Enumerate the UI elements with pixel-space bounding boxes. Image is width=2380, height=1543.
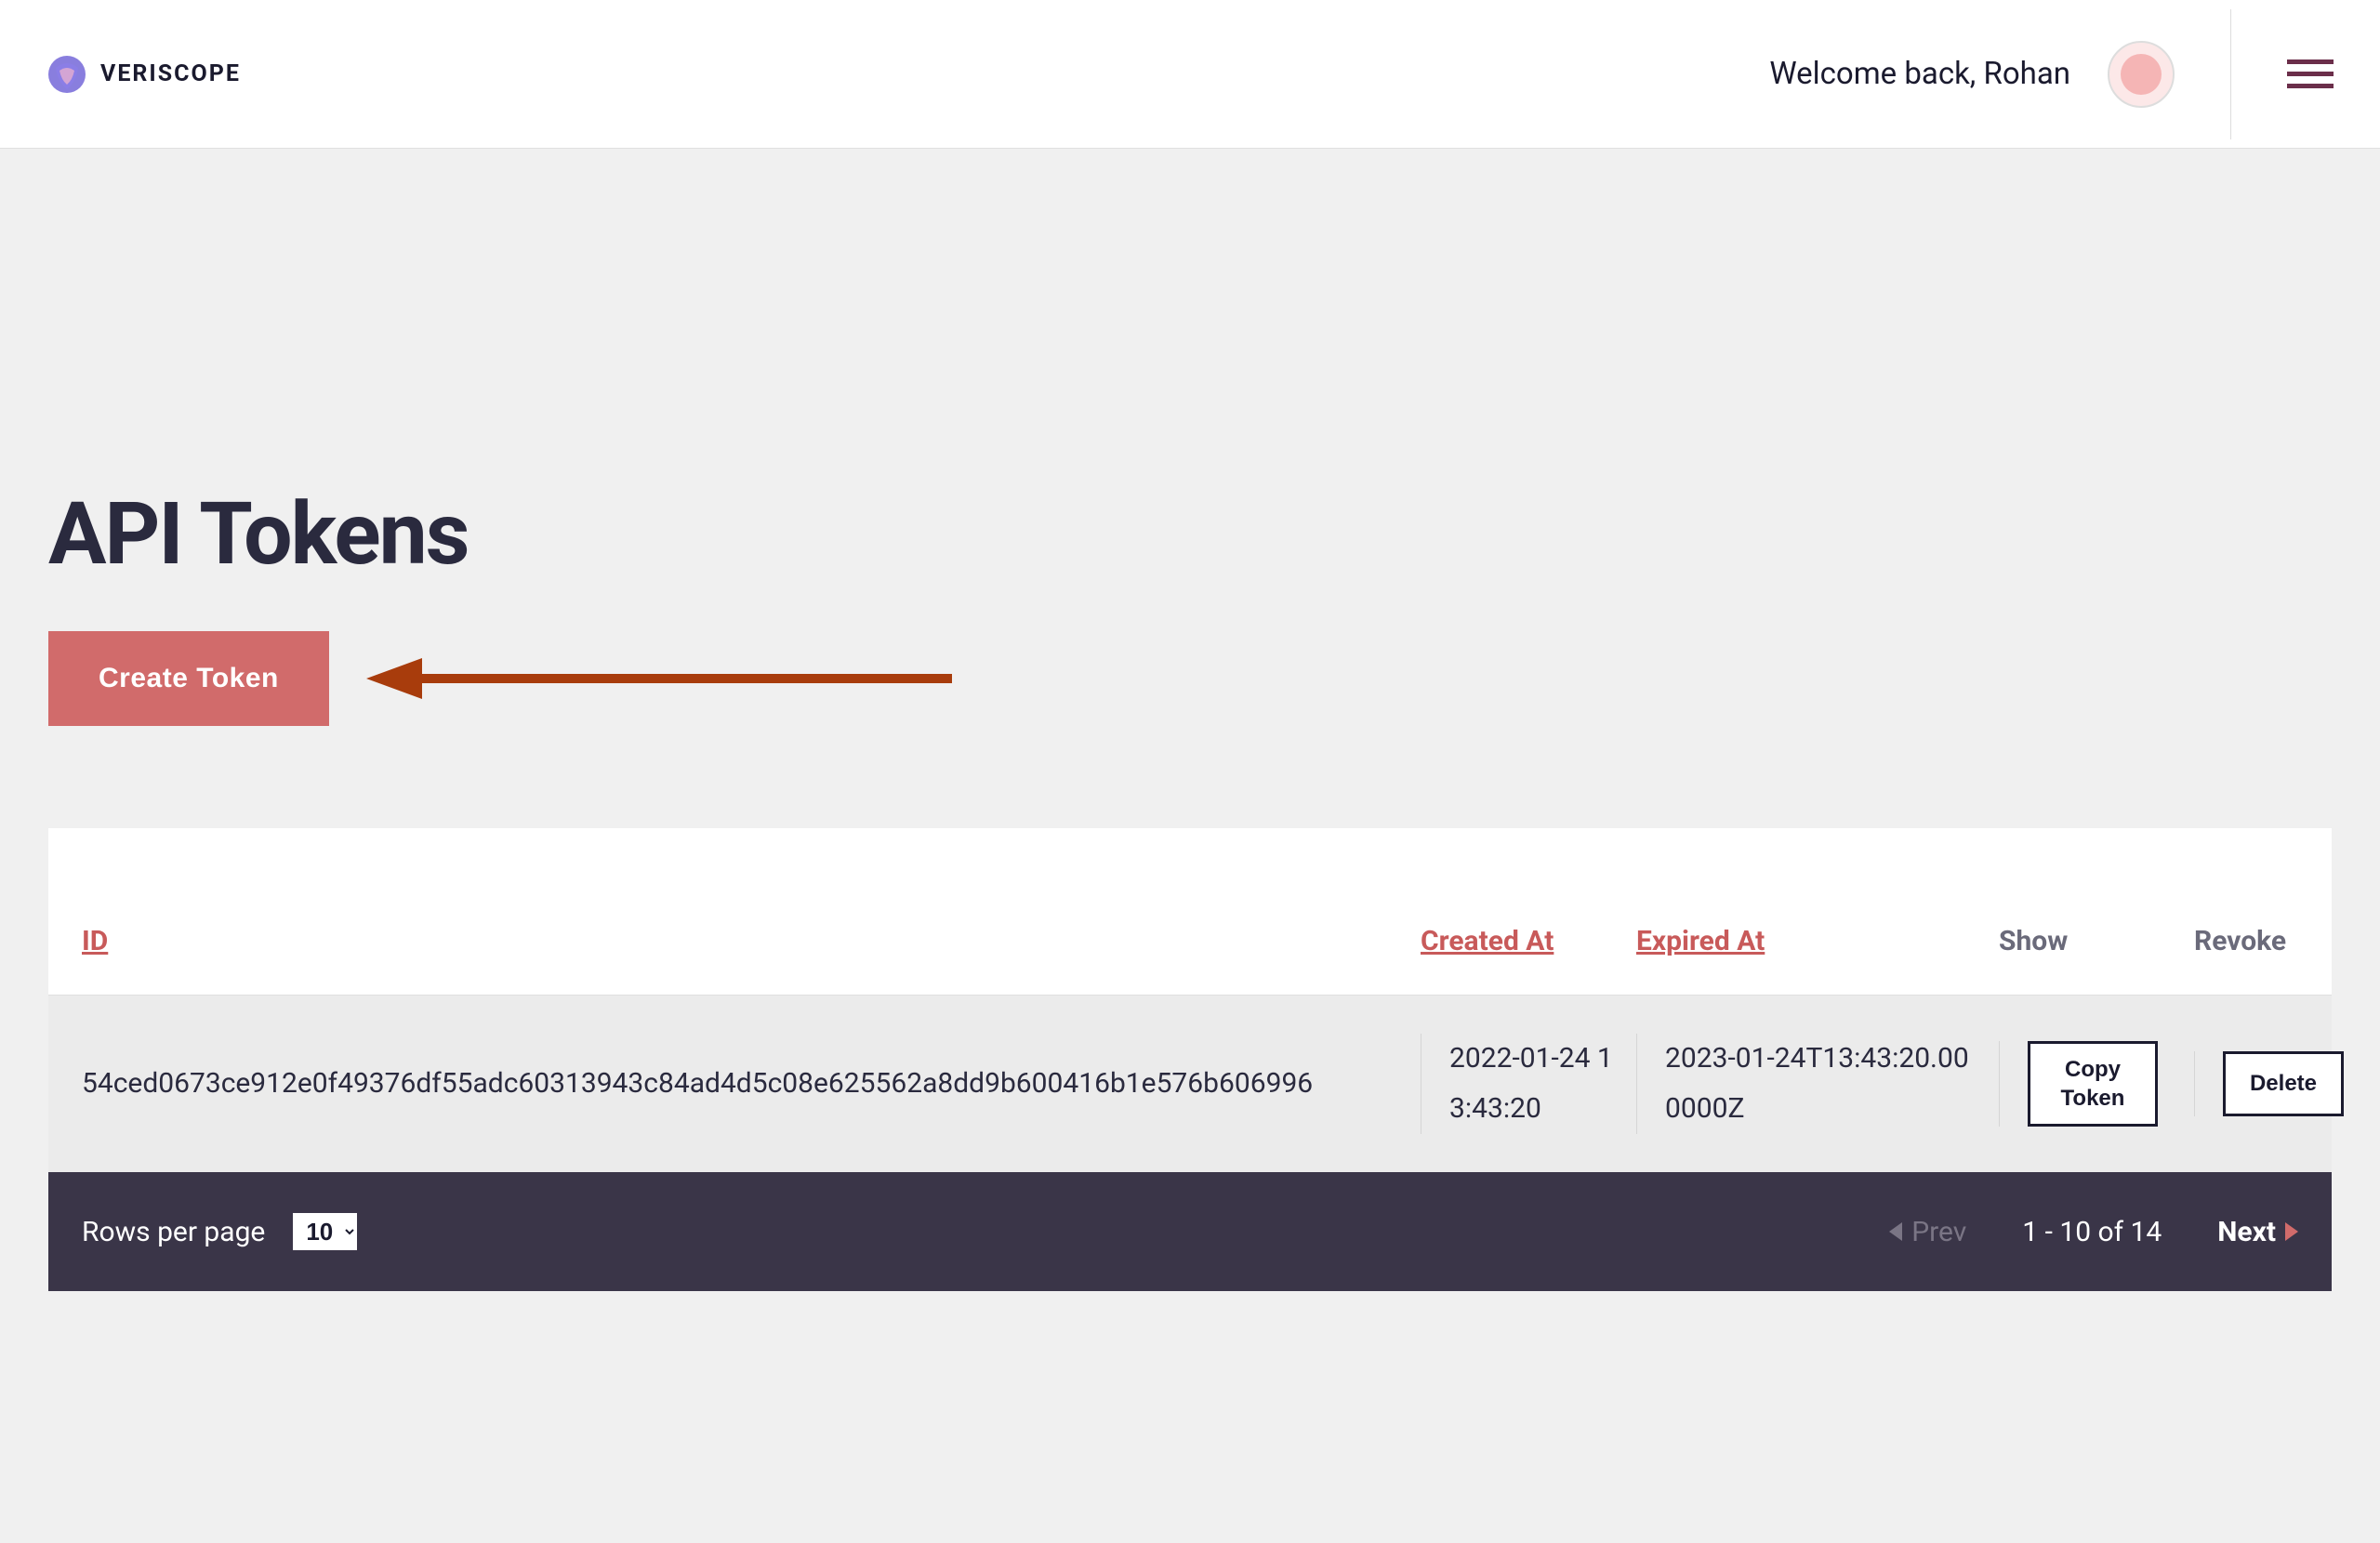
welcome-text: Welcome back, Rohan bbox=[1769, 56, 2070, 92]
created-at-value: 2022-01-24 13:43:20 bbox=[1449, 1042, 1613, 1125]
page-range: 1 - 10 of 14 bbox=[2022, 1216, 2162, 1248]
prev-page-button[interactable]: Prev bbox=[1889, 1216, 1966, 1248]
chevron-right-icon bbox=[2285, 1222, 2298, 1241]
brand-name: VERISCOPE bbox=[100, 60, 241, 87]
create-token-row: Create Token bbox=[48, 631, 2332, 726]
annotation-arrow-icon bbox=[357, 651, 952, 706]
logo-icon bbox=[46, 54, 87, 95]
pagination-right: Prev 1 - 10 of 14 Next bbox=[1889, 1216, 2298, 1248]
chevron-left-icon bbox=[1889, 1222, 1902, 1241]
page-title: API Tokens bbox=[48, 483, 2332, 585]
logo-area: VERISCOPE bbox=[46, 54, 241, 95]
expired-at-value: 2023-01-24T13:43:20.000000Z bbox=[1665, 1042, 1969, 1125]
column-header-created-at[interactable]: Created At bbox=[1421, 925, 1554, 957]
table-row: 54ced0673ce912e0f49376df55adc60313943c84… bbox=[48, 996, 2332, 1172]
header-right: Welcome back, Rohan bbox=[1769, 9, 2334, 139]
avatar[interactable] bbox=[2108, 41, 2175, 108]
tokens-table: ID Created At Expired At Show Revoke 54c… bbox=[48, 828, 2332, 1291]
copy-token-button[interactable]: Copy Token bbox=[2028, 1041, 2158, 1127]
column-header-expired-at[interactable]: Expired At bbox=[1636, 925, 1765, 957]
hamburger-menu-icon[interactable] bbox=[2287, 59, 2334, 88]
prev-label: Prev bbox=[1911, 1216, 1966, 1248]
delete-token-button[interactable]: Delete bbox=[2223, 1051, 2344, 1115]
header: VERISCOPE Welcome back, Rohan bbox=[0, 0, 2380, 149]
token-id-value: 54ced0673ce912e0f49376df55adc60313943c84… bbox=[82, 1067, 1313, 1100]
rows-per-page-label: Rows per page bbox=[82, 1216, 265, 1248]
next-page-button[interactable]: Next bbox=[2217, 1216, 2298, 1248]
rows-per-page-select[interactable]: 10 bbox=[293, 1213, 357, 1250]
divider bbox=[2230, 9, 2231, 139]
pagination-left: Rows per page 10 bbox=[82, 1213, 357, 1250]
column-header-revoke: Revoke bbox=[2194, 925, 2286, 957]
next-label: Next bbox=[2217, 1216, 2276, 1248]
pagination-bar: Rows per page 10 Prev 1 - 10 of 14 Next bbox=[48, 1172, 2332, 1291]
create-token-button[interactable]: Create Token bbox=[48, 631, 329, 726]
column-header-id[interactable]: ID bbox=[82, 925, 108, 957]
table-header-row: ID Created At Expired At Show Revoke bbox=[48, 828, 2332, 996]
main-content: API Tokens Create Token ID Created At Ex… bbox=[0, 149, 2380, 1347]
column-header-show: Show bbox=[1999, 925, 2068, 957]
